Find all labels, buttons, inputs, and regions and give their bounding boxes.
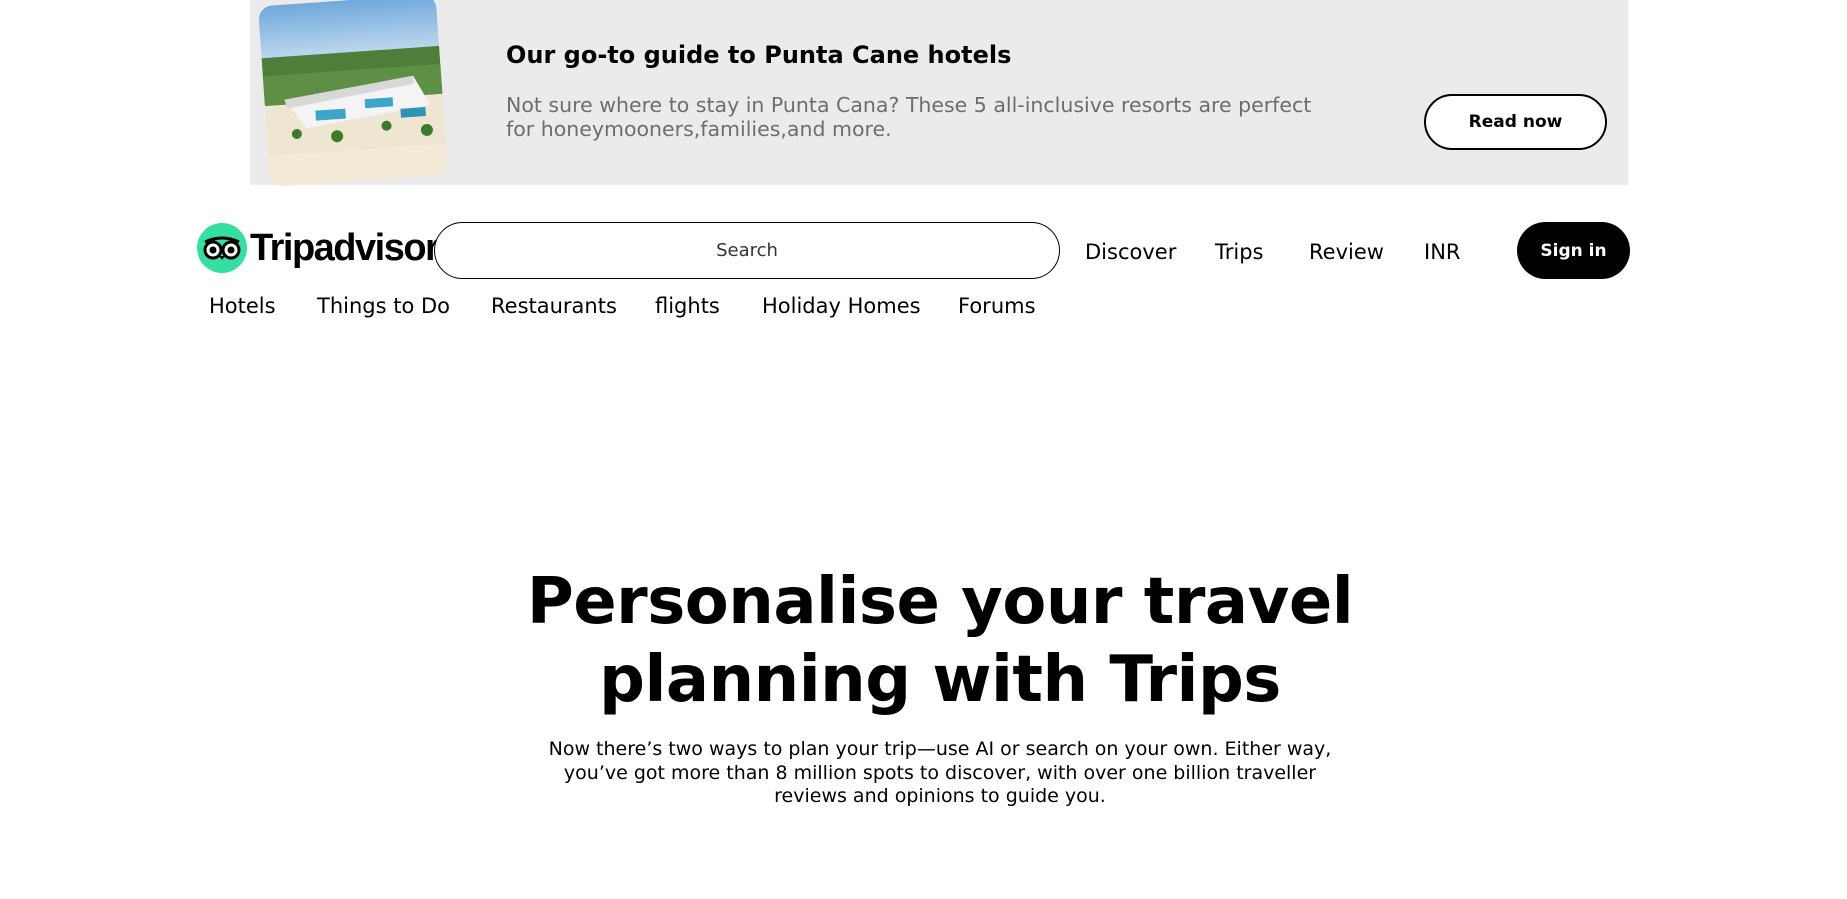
nav-trips[interactable]: Trips [1215,240,1263,264]
nav-review[interactable]: Review [1309,240,1384,264]
read-now-button[interactable]: Read now [1424,94,1607,150]
promo-description: Not sure where to stay in Punta Cana? Th… [506,93,1312,141]
category-hotels[interactable]: Hotels [209,294,276,318]
resort-photo[interactable] [257,0,449,187]
category-things-to-do[interactable]: Things to Do [317,294,450,318]
currency-selector[interactable]: INR [1424,240,1461,264]
category-forums[interactable]: Forums [958,294,1036,318]
hero-title: Personalise your travel planning with Tr… [460,563,1420,719]
promo-banner: Our go-to guide to Punta Cane hotels Not… [250,0,1628,187]
search-input[interactable] [434,222,1060,279]
promo-title: Our go-to guide to Punta Cane hotels [506,41,1012,69]
category-holiday-homes[interactable]: Holiday Homes [762,294,921,318]
sign-in-button[interactable]: Sign in [1517,222,1630,279]
hero-title-line-2: planning with Trips [599,643,1281,717]
tripadvisor-logo[interactable]: Tripadvisor [197,223,440,273]
nav-discover[interactable]: Discover [1085,240,1176,264]
category-restaurants[interactable]: Restaurants [491,294,617,318]
hero-description: Now there’s two ways to plan your trip—u… [548,738,1332,807]
hero-title-line-1: Personalise your travel [526,565,1354,639]
owl-icon [197,223,247,273]
category-flights[interactable]: flights [655,294,720,318]
logo-wordmark: Tripadvisor [250,226,440,269]
